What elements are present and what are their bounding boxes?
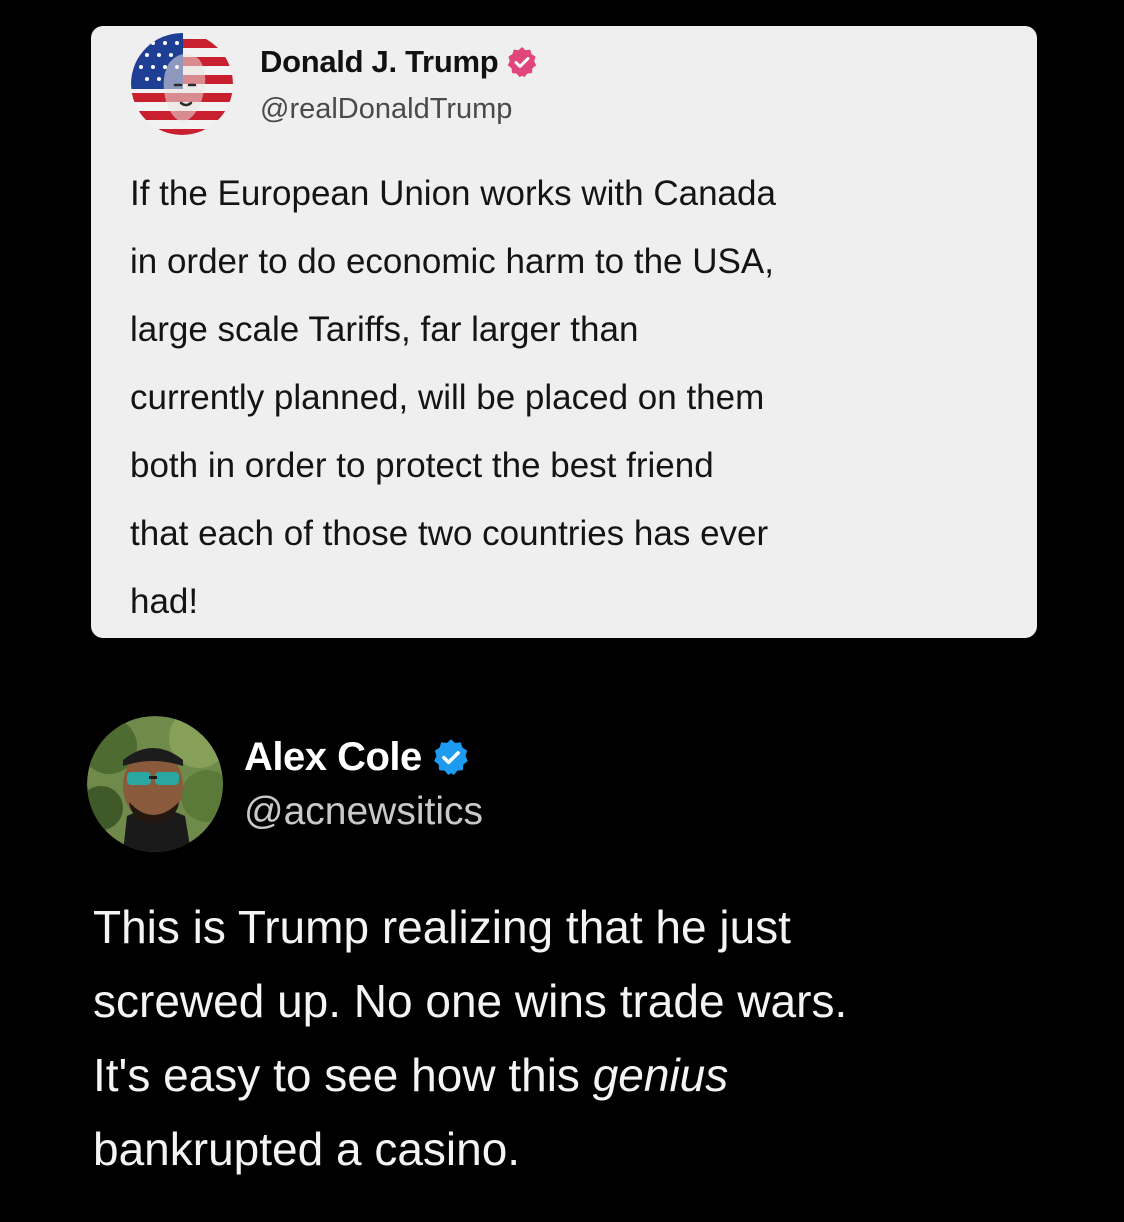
reply-text-line: This is Trump realizing that he just bbox=[93, 901, 791, 953]
quoted-author-row: Donald J. Trump bbox=[260, 40, 538, 84]
quoted-text-line: currently planned, will be placed on the… bbox=[130, 378, 765, 417]
quoted-author-handle[interactable]: @realDonaldTrump bbox=[260, 93, 512, 126]
quoted-text-line: in order to do economic harm to the USA, bbox=[130, 242, 774, 281]
reply-text-line: It's easy to see how this genius bbox=[93, 1038, 1093, 1112]
quoted-text-line: that each of those two countries has eve… bbox=[130, 514, 769, 553]
quoted-text-line: large scale Tariffs, far larger than bbox=[130, 310, 639, 349]
quoted-post-text: If the European Union works with Canada … bbox=[130, 160, 1010, 636]
reply-text-segment: It's easy to see how this bbox=[93, 1049, 593, 1101]
quoted-author-name[interactable]: Donald J. Trump bbox=[260, 44, 499, 80]
reply-author-handle[interactable]: @acnewsitics bbox=[244, 790, 483, 834]
verified-badge-icon bbox=[432, 738, 470, 776]
reply-author-row: Alex Cole bbox=[244, 732, 470, 782]
quoted-text-line: had! bbox=[130, 582, 199, 621]
reply-text-emphasis: genius bbox=[592, 1049, 729, 1101]
verified-badge-icon bbox=[506, 46, 538, 78]
trump-avatar-icon[interactable] bbox=[131, 33, 233, 135]
reply-post-text: This is Trump realizing that he just scr… bbox=[93, 890, 1093, 1186]
quoted-text-line: both in order to protect the best friend bbox=[130, 446, 714, 485]
reply-author-name[interactable]: Alex Cole bbox=[244, 735, 422, 780]
alex-cole-avatar-icon[interactable] bbox=[87, 716, 223, 852]
reply-text-line: screwed up. No one wins trade wars. bbox=[93, 975, 848, 1027]
reply-text-line: bankrupted a casino. bbox=[93, 1123, 521, 1175]
quoted-text-line: If the European Union works with Canada bbox=[130, 174, 776, 213]
